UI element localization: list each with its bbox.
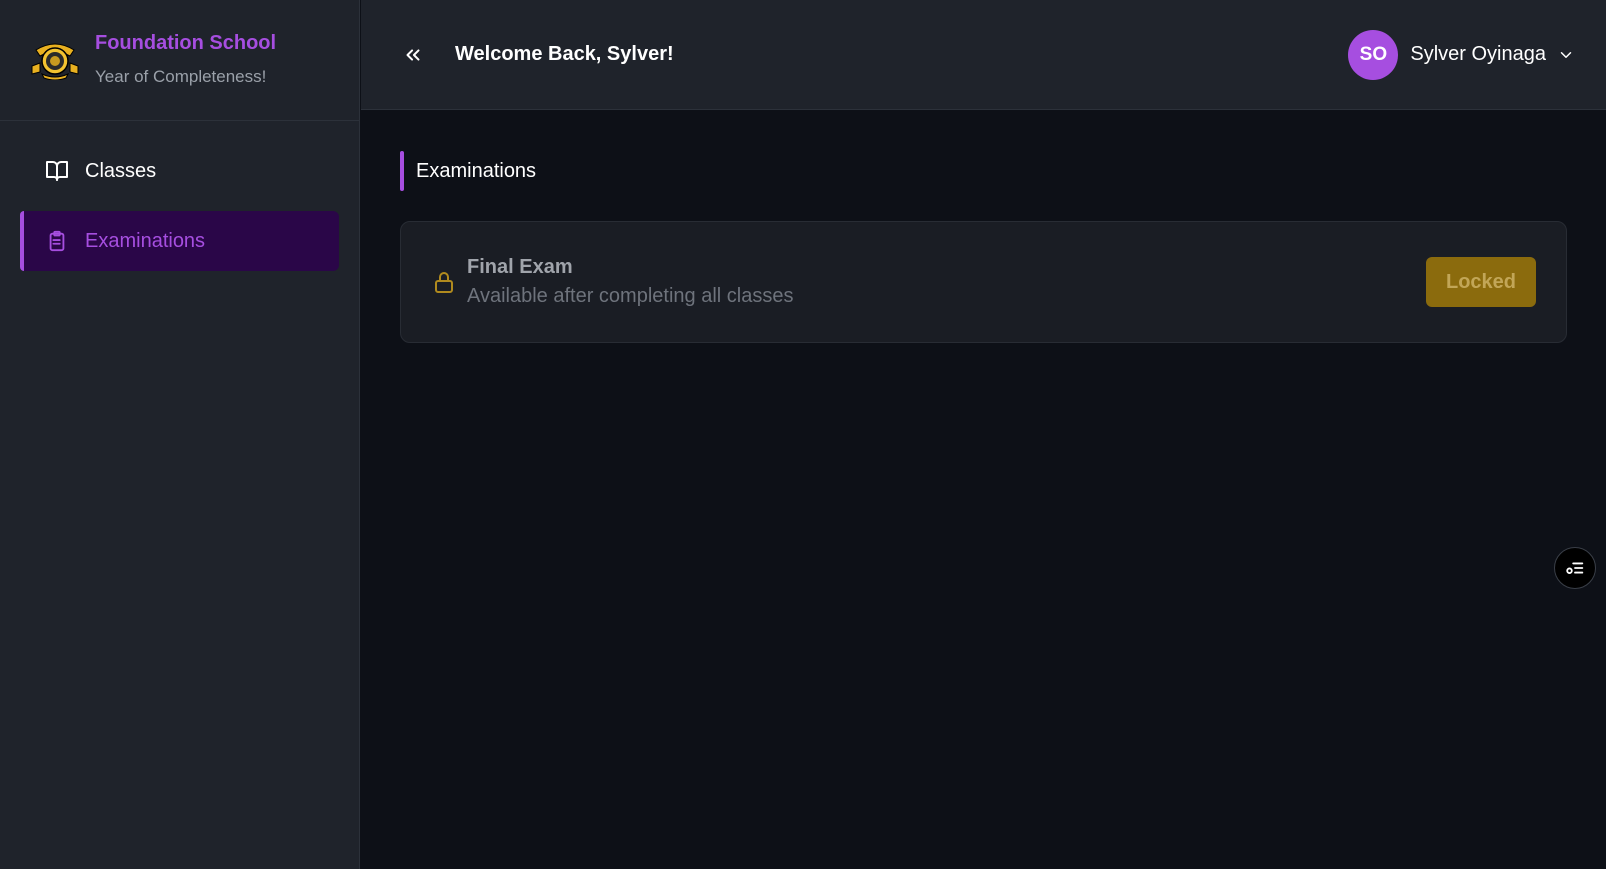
list-settings-icon — [1566, 562, 1584, 574]
chevrons-left-icon — [406, 48, 420, 61]
exam-title: Final Exam — [467, 256, 573, 278]
sidebar-item-label: Classes — [85, 159, 157, 182]
sidebar: Foundation School Year of Completeness! … — [0, 0, 360, 869]
school-crest-logo — [31, 43, 79, 80]
section-title-text: Examinations — [416, 159, 537, 182]
exam-text: Final Exam Available after completing al… — [467, 256, 793, 308]
user-name: Sylver Oyinaga — [1410, 43, 1546, 65]
brand-title: Foundation School — [95, 31, 277, 54]
chevron-down-icon — [1556, 45, 1576, 65]
main-content: Examinations Final Exam Available after … — [361, 111, 1606, 869]
clipboard-list-icon — [44, 228, 70, 254]
welcome-message: Welcome Back, Sylver! — [455, 43, 674, 65]
sidebar-item-classes[interactable]: Classes — [20, 141, 339, 201]
collapse-sidebar-button[interactable] — [401, 43, 425, 67]
brand-text: Foundation School Year of Completeness! — [95, 31, 277, 87]
section-title: Examinations — [400, 151, 536, 191]
brand-subtitle: Year of Completeness! — [95, 66, 267, 86]
exam-subtitle: Available after completing all classes — [467, 285, 794, 307]
avatar: SO — [1348, 29, 1399, 80]
sidebar-nav: Classes Examinations — [0, 121, 359, 271]
exam-card: Final Exam Available after completing al… — [400, 221, 1567, 343]
locked-button[interactable]: Locked — [1426, 257, 1536, 307]
sidebar-item-label: Examinations — [85, 229, 206, 252]
floating-action-button[interactable] — [1554, 547, 1596, 589]
top-header: Welcome Back, Sylver! SO Sylver Oyinaga — [361, 0, 1606, 110]
book-open-icon — [44, 158, 70, 184]
section-accent-bar — [400, 151, 404, 191]
sidebar-item-examinations[interactable]: Examinations — [20, 211, 339, 271]
brand: Foundation School Year of Completeness! — [0, 0, 359, 121]
lock-icon — [431, 269, 457, 295]
app-root: Foundation School Year of Completeness! … — [0, 0, 1606, 869]
user-menu[interactable]: SO Sylver Oyinaga — [1348, 29, 1576, 80]
